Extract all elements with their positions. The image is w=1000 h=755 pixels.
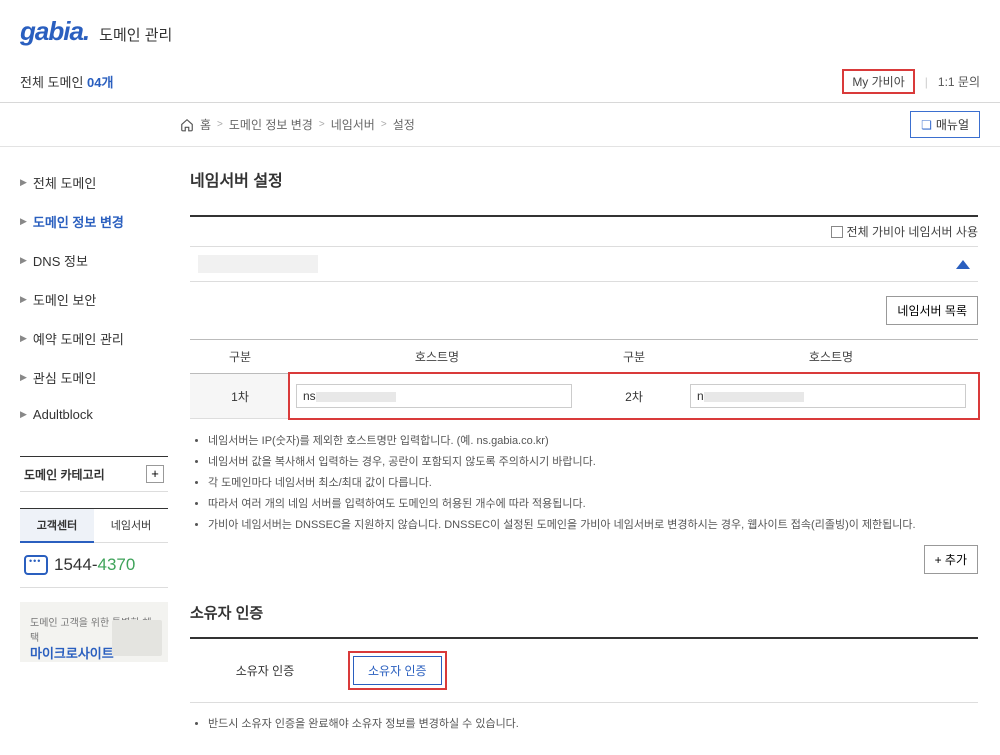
logo[interactable]: gabia. bbox=[20, 16, 89, 47]
chevron-right-icon: ▶ bbox=[20, 333, 27, 344]
sidebar-item-favorite-domain[interactable]: ▶관심 도메인 bbox=[20, 358, 168, 397]
col-kind: 구분 bbox=[190, 340, 290, 374]
breadcrumb: 홈 > 도메인 정보 변경 > 네임서버 > 설정 bbox=[180, 116, 415, 133]
row-label-2: 2차 bbox=[584, 374, 684, 418]
add-category-button[interactable]: + bbox=[146, 465, 164, 483]
domain-category-title: 도메인 카테고리 bbox=[24, 466, 105, 483]
sidebar-item-reserved-domain[interactable]: ▶예약 도메인 관리 bbox=[20, 319, 168, 358]
promo-banner[interactable]: 도메인 고객을 위한 특별한 혜택 마이크로사이트무료 제공! bbox=[20, 602, 168, 662]
promo-deco-icon bbox=[112, 620, 162, 656]
checkbox-icon bbox=[831, 226, 843, 238]
col-kind-2: 구분 bbox=[584, 340, 684, 374]
col-host: 호스트명 bbox=[290, 340, 584, 374]
inquiry-link[interactable]: 1:1 문의 bbox=[938, 73, 980, 90]
total-domain-count: 전체 도메인 04개 bbox=[20, 72, 113, 91]
crumb-home[interactable]: 홈 bbox=[200, 116, 211, 133]
tab-customer-center[interactable]: 고객센터 bbox=[20, 509, 94, 543]
notes-list: 네임서버는 IP(숫자)를 제외한 호스트명만 입력합니다. (예. ns.ga… bbox=[190, 419, 978, 539]
sidebar-item-dns-info[interactable]: ▶DNS 정보 bbox=[20, 241, 168, 280]
sidebar-item-domain-info-change[interactable]: ▶도메인 정보 변경 bbox=[20, 202, 168, 241]
chevron-right-icon: ▶ bbox=[20, 372, 27, 383]
tab-nameserver[interactable]: 네임서버 bbox=[94, 509, 168, 543]
crumb-2[interactable]: 네임서버 bbox=[331, 116, 375, 133]
nameserver-list-button[interactable]: 네임서버 목록 bbox=[886, 296, 978, 325]
nameserver-table: 구분 호스트명 구분 호스트명 1차 ns bbox=[190, 339, 978, 419]
chevron-right-icon: ▶ bbox=[20, 255, 27, 266]
owner-auth-button[interactable]: 소유자 인증 bbox=[353, 656, 442, 685]
owner-auth-row-label: 소유자 인증 bbox=[190, 646, 340, 695]
crumb-3: 설정 bbox=[393, 116, 415, 133]
logo-subtitle: 도메인 관리 bbox=[99, 24, 172, 45]
collapse-up-icon[interactable] bbox=[956, 260, 970, 269]
chat-icon bbox=[24, 555, 48, 575]
chevron-right-icon: ▶ bbox=[20, 409, 27, 420]
nameserver-input-1[interactable]: ns bbox=[296, 384, 572, 408]
chevron-right-icon: ▶ bbox=[20, 294, 27, 305]
home-icon[interactable] bbox=[180, 118, 194, 132]
row-label-1: 1차 bbox=[190, 374, 290, 419]
chevron-right-icon: ▶ bbox=[20, 216, 27, 227]
owner-auth-title: 소유자 인증 bbox=[190, 602, 978, 623]
manual-button[interactable]: ❏ 매뉴얼 bbox=[910, 111, 980, 138]
sidebar-item-domain-security[interactable]: ▶도메인 보안 bbox=[20, 280, 168, 319]
col-host-2: 호스트명 bbox=[684, 340, 978, 374]
crumb-1[interactable]: 도메인 정보 변경 bbox=[229, 116, 313, 133]
use-all-gabia-ns-checkbox[interactable]: 전체 가비아 네임서버 사용 bbox=[831, 223, 978, 240]
owner-notes: 반드시 소유자 인증을 완료해야 소유자 정보를 변경하실 수 있습니다. bbox=[190, 703, 978, 735]
sidebar-item-all-domains[interactable]: ▶전체 도메인 bbox=[20, 163, 168, 202]
nameserver-input-2[interactable]: n bbox=[690, 384, 966, 408]
domain-select-placeholder[interactable] bbox=[198, 255, 318, 273]
sidebar-item-adultblock[interactable]: ▶Adultblock bbox=[20, 397, 168, 432]
my-gabia-link[interactable]: My 가비아 bbox=[842, 69, 914, 94]
page-title: 네임서버 설정 bbox=[190, 167, 978, 191]
divider: | bbox=[925, 75, 928, 89]
chevron-right-icon: ▶ bbox=[20, 177, 27, 188]
book-icon: ❏ bbox=[921, 118, 932, 132]
